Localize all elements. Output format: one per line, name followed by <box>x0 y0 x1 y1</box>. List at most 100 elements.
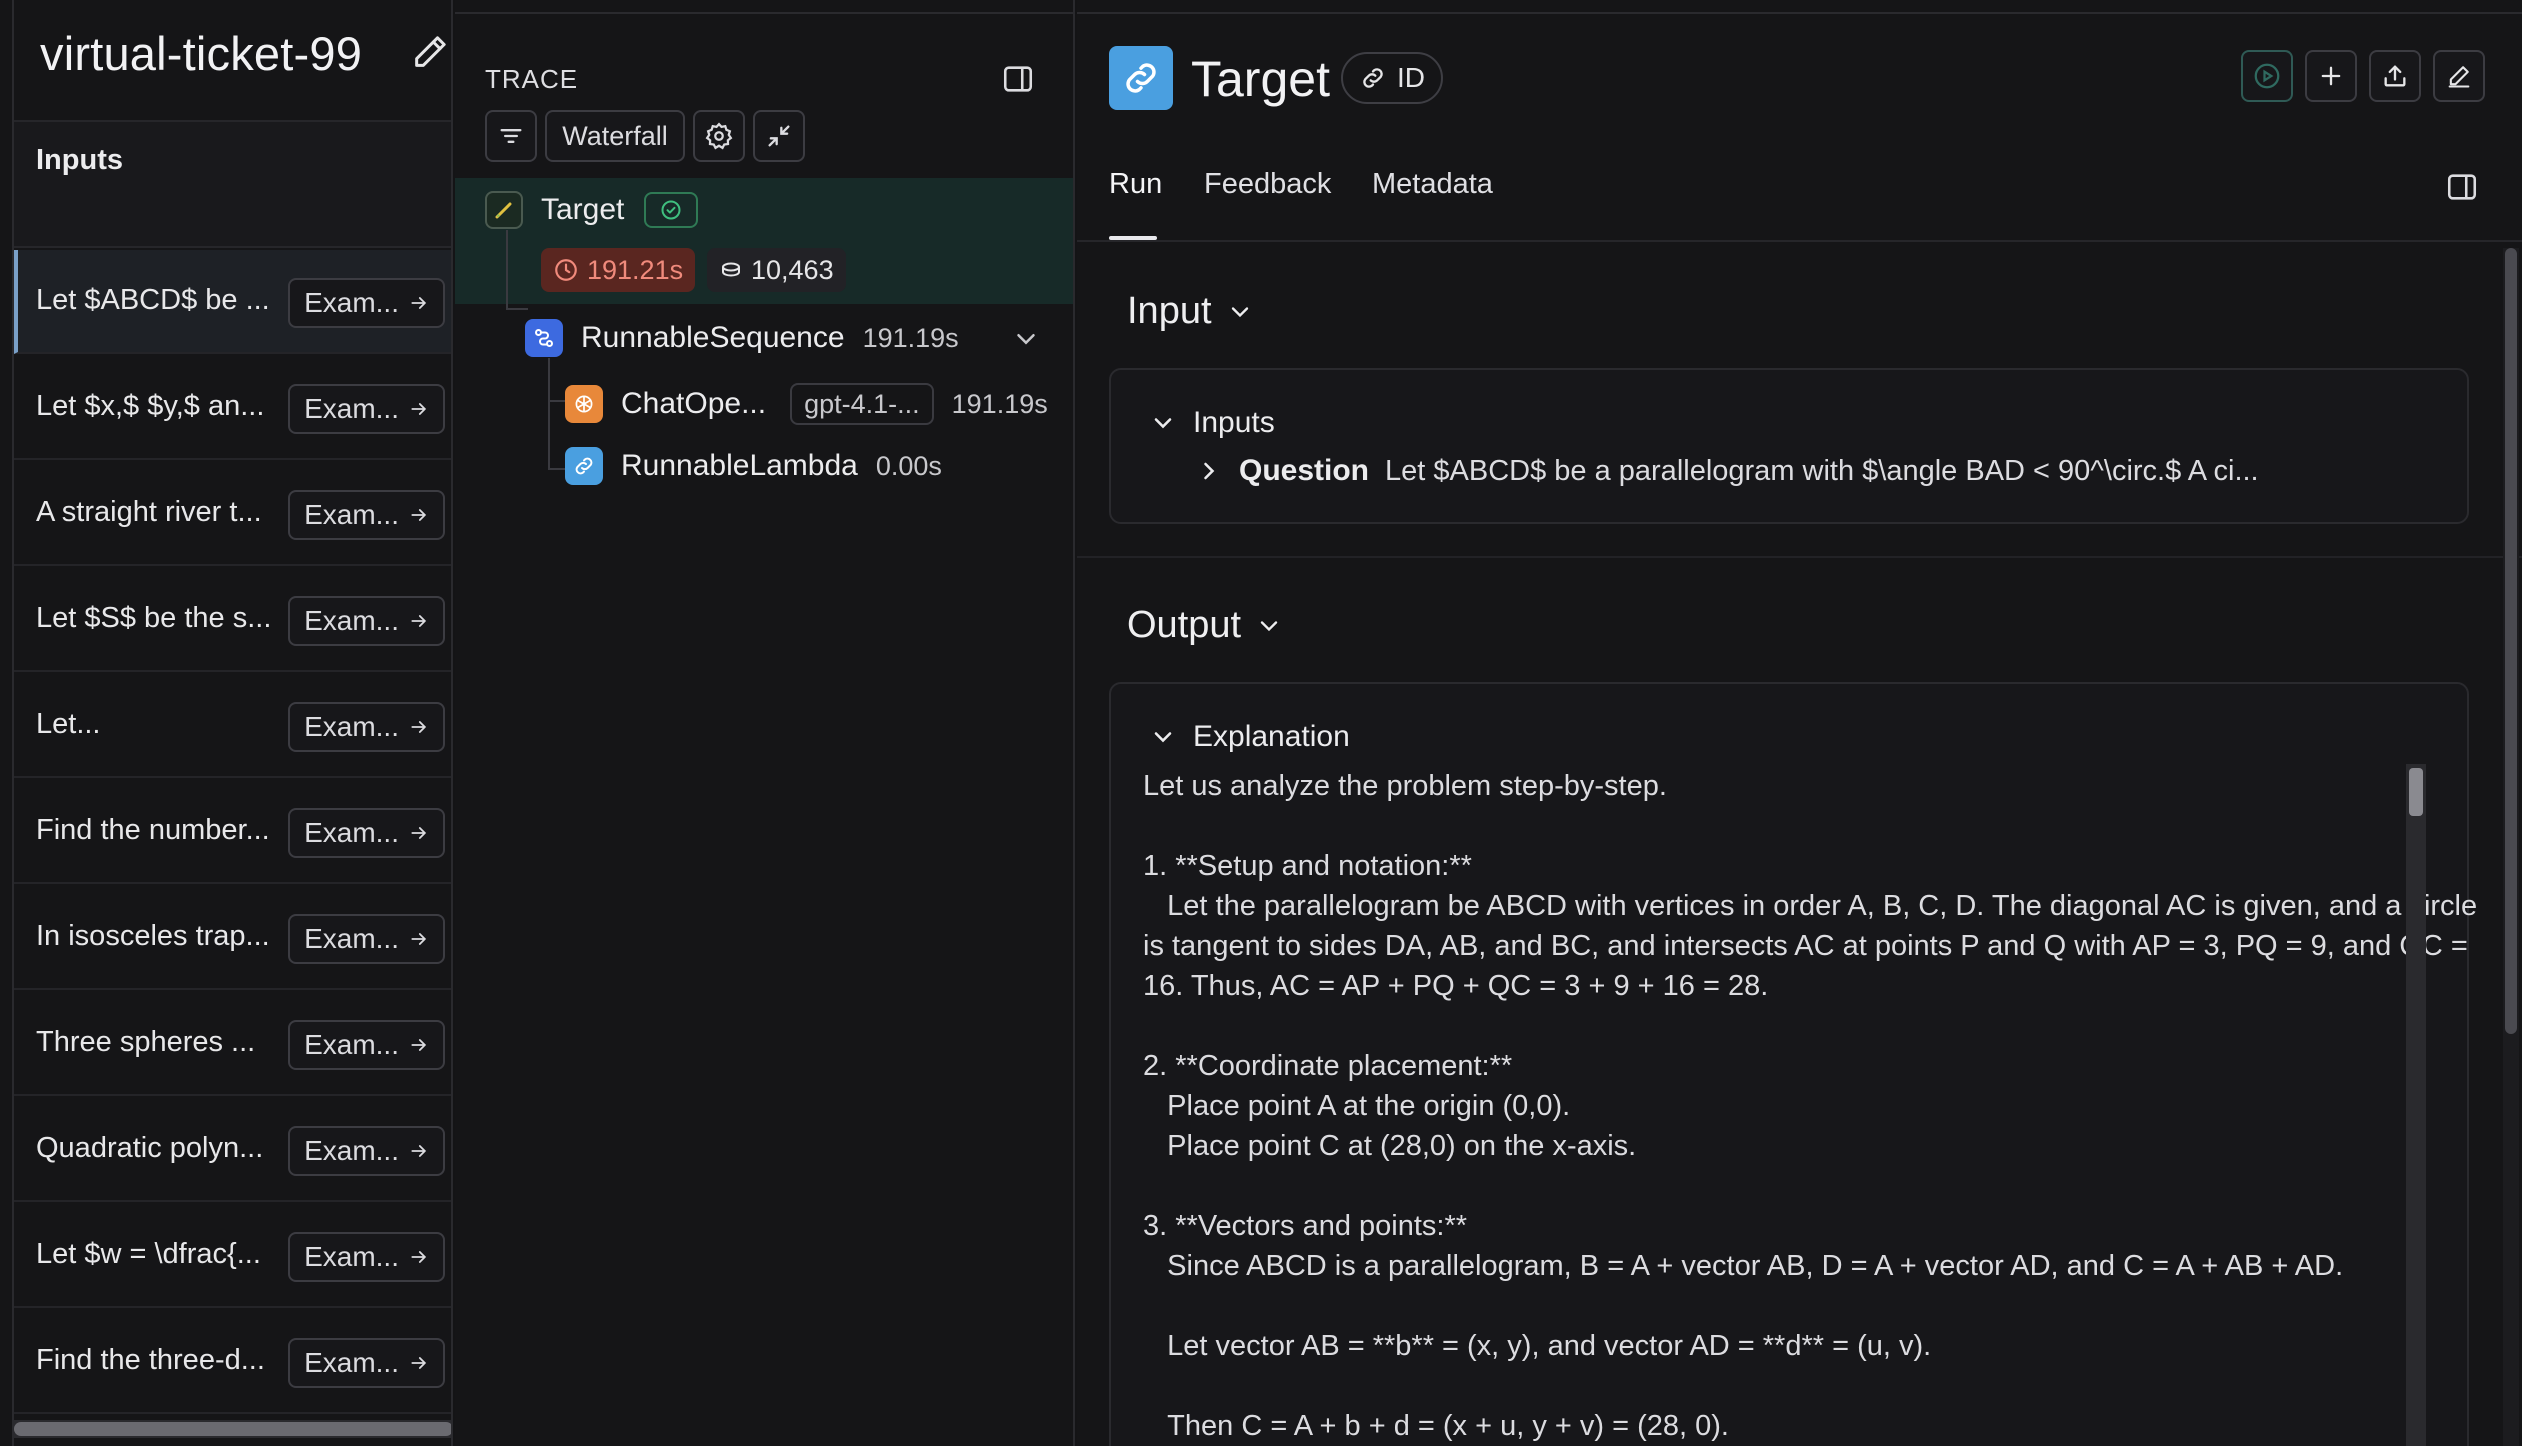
open-example-button[interactable]: Exam... <box>288 490 445 540</box>
model-badge: gpt-4.1-... <box>790 383 934 425</box>
open-example-button[interactable]: Exam... <box>288 702 445 752</box>
input-section-toggle[interactable]: Input <box>1127 290 1254 333</box>
open-example-button[interactable]: Exam... <box>288 1338 445 1388</box>
panel-toggle-icon[interactable] <box>1001 62 1035 96</box>
share-button[interactable] <box>2369 50 2421 102</box>
filter-button[interactable] <box>485 110 537 162</box>
scrollbar-thumb[interactable] <box>14 1422 451 1436</box>
tab-run[interactable]: Run <box>1109 168 1162 201</box>
example-text: In isosceles trap... <box>36 920 270 952</box>
link-icon <box>1109 46 1173 110</box>
output-section-toggle[interactable]: Output <box>1127 604 1283 647</box>
example-row[interactable]: Let $ABCD$ be ... Exam... <box>14 250 451 354</box>
open-example-button[interactable]: Exam... <box>288 914 445 964</box>
plus-icon <box>2321 66 2341 86</box>
trace-node-target[interactable]: Target <box>485 191 699 229</box>
node-time: 0.00s <box>875 450 942 481</box>
open-example-button[interactable]: Exam... <box>288 384 445 434</box>
arrow-right-icon <box>411 403 427 415</box>
arrow-right-icon <box>411 1357 427 1369</box>
example-row[interactable]: Find the three-d... Exam... <box>14 1310 451 1414</box>
run-details-panel: Target ID Run Feedback Metadata Input In… <box>1077 0 2522 1446</box>
inputs-label: Inputs <box>1193 406 1275 439</box>
example-row[interactable]: In isosceles trap... Exam... <box>14 886 451 990</box>
open-example-button[interactable]: Exam... <box>288 808 445 858</box>
link-icon <box>1363 68 1383 88</box>
chevron-right-icon <box>1204 462 1215 480</box>
explanation-label: Explanation <box>1193 720 1350 753</box>
waterfall-button[interactable]: Waterfall <box>545 110 685 162</box>
trace-node-runnable-lambda[interactable]: RunnableLambda 0.00s <box>565 447 942 485</box>
example-text: Quadratic polyn... <box>36 1132 264 1164</box>
node-time: 191.19s <box>862 322 959 353</box>
trace-node-runnable-sequence[interactable]: RunnableSequence 191.19s <box>525 319 959 357</box>
tab-metadata[interactable]: Metadata <box>1372 168 1493 201</box>
example-row[interactable]: Quadratic polyn... Exam... <box>14 1098 451 1202</box>
trace-node-chat-model[interactable]: ChatOpe... gpt-4.1-... 191.19s <box>565 383 1048 425</box>
play-button[interactable] <box>2241 50 2293 102</box>
tab-feedback[interactable]: Feedback <box>1204 168 1331 201</box>
node-name: RunnableLambda <box>621 449 858 482</box>
latency-badge: 191.21s <box>541 248 696 292</box>
tokens-badge: 10,463 <box>707 248 846 292</box>
arrow-right-icon <box>411 1145 427 1157</box>
edit-icon[interactable] <box>410 32 450 72</box>
open-example-button[interactable]: Exam... <box>288 1232 445 1282</box>
scrollbar-thumb[interactable] <box>2409 768 2423 816</box>
sequence-icon <box>525 319 563 357</box>
vertical-scrollbar[interactable] <box>2406 764 2426 1446</box>
chevron-down-icon[interactable] <box>1011 324 1041 354</box>
horizontal-scrollbar[interactable] <box>14 1420 451 1438</box>
inputs-toggle[interactable]: Inputs <box>1149 406 1275 440</box>
scrollbar-thumb[interactable] <box>2505 248 2517 1034</box>
run-title: Target <box>1191 51 1330 107</box>
open-example-button[interactable]: Exam... <box>288 596 445 646</box>
collapse-button[interactable] <box>753 110 805 162</box>
example-row[interactable]: Let... Exam... <box>14 674 451 778</box>
example-row[interactable]: Let $x,$ $y,$ an... Exam... <box>14 356 451 460</box>
example-row[interactable]: Let $S$ be the s... Exam... <box>14 568 451 672</box>
panel-scrollbar[interactable] <box>2503 248 2519 1446</box>
node-name: RunnableSequence <box>581 321 845 354</box>
node-name: ChatOpe... <box>621 387 767 420</box>
chain-icon <box>485 191 523 229</box>
example-row[interactable]: A straight river t... Exam... <box>14 462 451 566</box>
play-icon <box>2254 63 2280 89</box>
trace-label: TRACE <box>485 64 579 94</box>
success-icon <box>644 192 699 228</box>
arrow-right-icon <box>411 509 427 521</box>
question-field[interactable]: Question Let $ABCD$ be a parallelogram w… <box>1195 454 2259 488</box>
tokens-value: 10,463 <box>751 254 834 285</box>
link-icon <box>565 447 603 485</box>
open-example-button[interactable]: Exam... <box>288 278 445 328</box>
example-text: Three spheres ... <box>36 1026 256 1058</box>
open-example-button[interactable]: Exam... <box>288 1020 445 1070</box>
settings-button[interactable] <box>693 110 745 162</box>
collapse-icon <box>768 125 790 147</box>
example-row[interactable]: Find the number... Exam... <box>14 780 451 884</box>
panel-toggle-icon[interactable] <box>2445 170 2479 204</box>
open-example-button[interactable]: Exam... <box>288 1126 445 1176</box>
inputs-card: Inputs Question Let $ABCD$ be a parallel… <box>1109 368 2469 524</box>
chevron-down-icon <box>1154 418 1172 429</box>
tree-connector <box>548 358 550 470</box>
example-text: Find the number... <box>36 814 270 846</box>
id-label: ID <box>1397 62 1425 93</box>
input-section-title: Input <box>1127 290 1212 332</box>
copy-id-button[interactable]: ID <box>1341 52 1443 104</box>
arrow-right-icon <box>411 827 427 839</box>
clock-icon <box>555 259 577 281</box>
annotate-button[interactable] <box>2433 50 2485 102</box>
panel-divider <box>455 12 1073 14</box>
example-row[interactable]: Three spheres ... Exam... <box>14 992 451 1096</box>
example-row[interactable]: Let $w = \dfrac{... Exam... <box>14 1204 451 1308</box>
coins-icon <box>722 262 740 277</box>
explanation-toggle[interactable]: Explanation <box>1149 720 1350 754</box>
example-text: Find the three-d... <box>36 1344 265 1376</box>
trace-panel: TRACE Waterfall Target 191.21s 10,463 Ru… <box>455 0 1075 1446</box>
pencil-icon <box>2448 66 2470 88</box>
example-text: Let $w = \dfrac{... <box>36 1238 261 1270</box>
add-button[interactable] <box>2305 50 2357 102</box>
node-time: 191.19s <box>951 388 1048 419</box>
output-section-title: Output <box>1127 604 1242 646</box>
